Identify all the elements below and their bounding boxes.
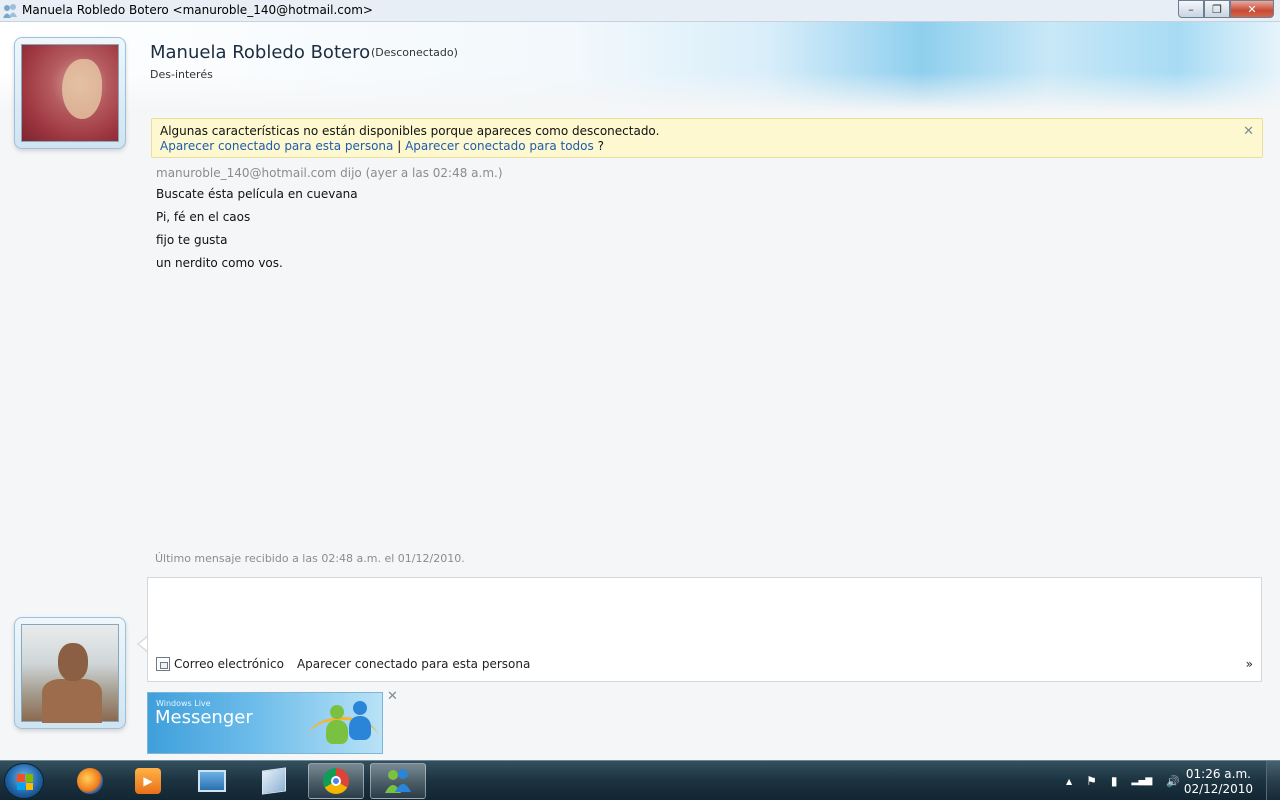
appear-online-this-person-link[interactable]: Aparecer conectado para esta persona: [160, 139, 393, 153]
window-title: Manuela Robledo Botero <manuroble_140@ho…: [22, 3, 373, 17]
compose-toolbar: Correo electrónico Aparecer conectado pa…: [156, 657, 530, 671]
appear-online-label: Aparecer conectado para esta persona: [296, 657, 531, 671]
message-line: un nerdito como vos.: [156, 256, 283, 270]
contact-personal-message: Des-interés: [150, 68, 213, 81]
media-player-icon: ▶: [135, 768, 161, 794]
taskbar-media-player[interactable]: ▶: [120, 763, 176, 799]
header-banner: [0, 22, 1280, 112]
compose-area: Correo electrónico Aparecer conectado pa…: [147, 577, 1262, 682]
user-display-picture: [21, 624, 119, 723]
appear-online-everyone-link[interactable]: Aparecer conectado para todos: [405, 139, 594, 153]
close-ad-icon[interactable]: ✕: [387, 689, 398, 704]
email-icon: [156, 657, 170, 671]
taskbar-chrome[interactable]: [308, 763, 364, 799]
clock[interactable]: 01:26 a.m. 02/12/2010: [1184, 767, 1253, 797]
firefox-icon: [77, 768, 103, 794]
taskbar-cube-app[interactable]: [246, 763, 302, 799]
message-line: fijo te gusta: [156, 233, 228, 247]
remote-desktop-icon: [198, 770, 226, 792]
taskbar-firefox[interactable]: [62, 763, 118, 799]
info-links: Aparecer conectado para esta persona | A…: [160, 139, 604, 153]
close-info-bar-icon[interactable]: ✕: [1243, 124, 1254, 139]
volume-icon[interactable]: 🔊: [1166, 775, 1180, 788]
clock-date: 02/12/2010: [1183, 782, 1253, 796]
message-line: Pi, fé en el caos: [156, 210, 251, 224]
title-bar: Manuela Robledo Botero <manuroble_140@ho…: [0, 0, 1280, 22]
taskbar: ▶ ▲ ⚑ ▮ ▂▄▆ 🔊 01:26 a.m. 02/12/2010: [0, 760, 1280, 800]
system-tray: ▲ ⚑ ▮ ▂▄▆ 🔊: [1066, 761, 1180, 800]
email-button[interactable]: Correo electrónico: [156, 657, 284, 671]
info-suffix: ?: [597, 139, 604, 153]
messenger-ad-banner[interactable]: Windows Live Messenger: [147, 692, 383, 754]
messenger-buddy-icon: [348, 701, 372, 743]
link-separator: |: [397, 139, 402, 153]
show-desktop-button[interactable]: [1266, 761, 1280, 800]
window-controls: – ❐ ✕: [1178, 0, 1274, 18]
message-sender-header: manuroble_140@hotmail.com dijo (ayer a l…: [156, 166, 503, 180]
restore-button[interactable]: ❐: [1204, 0, 1230, 18]
user-avatar[interactable]: [14, 617, 126, 729]
appear-online-button[interactable]: Aparecer conectado para esta persona: [297, 657, 530, 671]
minimize-button[interactable]: –: [1178, 0, 1204, 18]
clock-time: 01:26 a.m.: [1185, 767, 1251, 781]
ad-brand: Messenger: [155, 707, 253, 728]
message-input[interactable]: [154, 584, 1254, 648]
messenger-buddy-icon: [326, 705, 348, 744]
last-message-received: Último mensaje recibido a las 02:48 a.m.…: [155, 552, 465, 565]
more-options-button[interactable]: »: [1246, 657, 1253, 671]
chrome-icon: [323, 768, 349, 794]
windows-logo-icon: [17, 774, 33, 790]
offline-info-bar: Algunas características no están disponi…: [151, 118, 1263, 158]
contact-avatar[interactable]: [14, 37, 126, 149]
battery-icon[interactable]: ▮: [1111, 774, 1118, 788]
email-label: Correo electrónico: [174, 657, 284, 671]
contact-status: (Desconectado): [371, 46, 458, 59]
contact-display-picture: [21, 44, 119, 142]
action-center-flag-icon[interactable]: ⚑: [1086, 774, 1097, 788]
messenger-app-icon: [3, 4, 17, 18]
info-message: Algunas características no están disponi…: [160, 124, 660, 138]
messenger-icon: [385, 769, 411, 793]
cube-icon: [262, 767, 286, 795]
message-line: Buscate ésta película en cuevana: [156, 187, 358, 201]
conversation-history: manuroble_140@hotmail.com dijo (ayer a l…: [156, 166, 503, 272]
taskbar-messenger[interactable]: [370, 763, 426, 799]
close-button[interactable]: ✕: [1230, 0, 1274, 18]
contact-name: Manuela Robledo Botero: [150, 42, 371, 63]
taskbar-remote-desktop[interactable]: [184, 763, 240, 799]
start-button[interactable]: [4, 763, 44, 799]
network-signal-icon[interactable]: ▂▄▆: [1132, 776, 1153, 786]
show-hidden-icons-icon[interactable]: ▲: [1066, 777, 1072, 786]
